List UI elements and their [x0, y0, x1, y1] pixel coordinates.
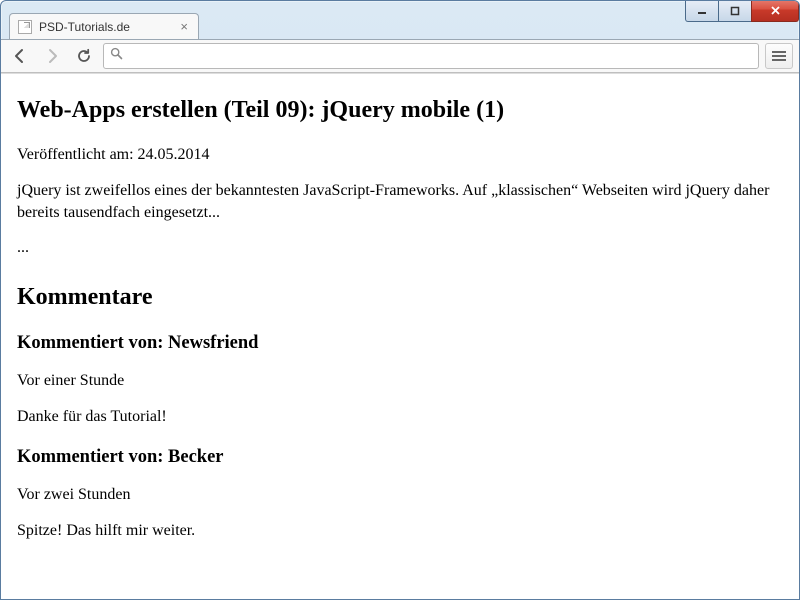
forward-button[interactable]	[39, 43, 65, 69]
comments-heading: Kommentare	[17, 281, 783, 313]
article-ellipsis: ...	[17, 237, 783, 259]
browser-tab[interactable]: PSD-Tutorials.de ×	[9, 13, 199, 39]
browser-toolbar	[1, 39, 799, 73]
arrow-right-icon	[43, 47, 61, 65]
back-button[interactable]	[7, 43, 33, 69]
comment-author: Kommentiert von: Becker	[17, 445, 783, 470]
hamburger-icon	[772, 55, 786, 57]
window-titlebar	[1, 1, 799, 11]
article-title: Web-Apps erstellen (Teil 09): jQuery mob…	[17, 94, 783, 126]
tab-strip: PSD-Tutorials.de ×	[1, 11, 799, 39]
reload-button[interactable]	[71, 43, 97, 69]
url-input[interactable]	[127, 44, 752, 68]
tab-title: PSD-Tutorials.de	[39, 20, 178, 34]
address-bar[interactable]	[103, 43, 759, 69]
article-intro: jQuery ist zweifellos eines der bekannte…	[17, 180, 783, 223]
article-published: Veröffentlicht am: 24.05.2014	[17, 144, 783, 166]
comment-author: Kommentiert von: Newsfriend	[17, 331, 783, 356]
arrow-left-icon	[11, 47, 29, 65]
browser-window: PSD-Tutorials.de × Web-Apps erstellen (T…	[0, 0, 800, 600]
tab-close-icon[interactable]: ×	[178, 19, 190, 34]
comment-body: Spitze! Das hilft mir weiter.	[17, 520, 783, 542]
comment-body: Danke für das Tutorial!	[17, 406, 783, 428]
reload-icon	[76, 48, 92, 64]
browser-menu-button[interactable]	[765, 43, 793, 69]
search-icon	[110, 47, 123, 65]
page-viewport[interactable]: Web-Apps erstellen (Teil 09): jQuery mob…	[1, 73, 799, 599]
page-favicon-icon	[18, 20, 32, 34]
comment-time: Vor einer Stunde	[17, 370, 783, 392]
page-content: Web-Apps erstellen (Teil 09): jQuery mob…	[1, 74, 799, 569]
comment-time: Vor zwei Stunden	[17, 484, 783, 506]
